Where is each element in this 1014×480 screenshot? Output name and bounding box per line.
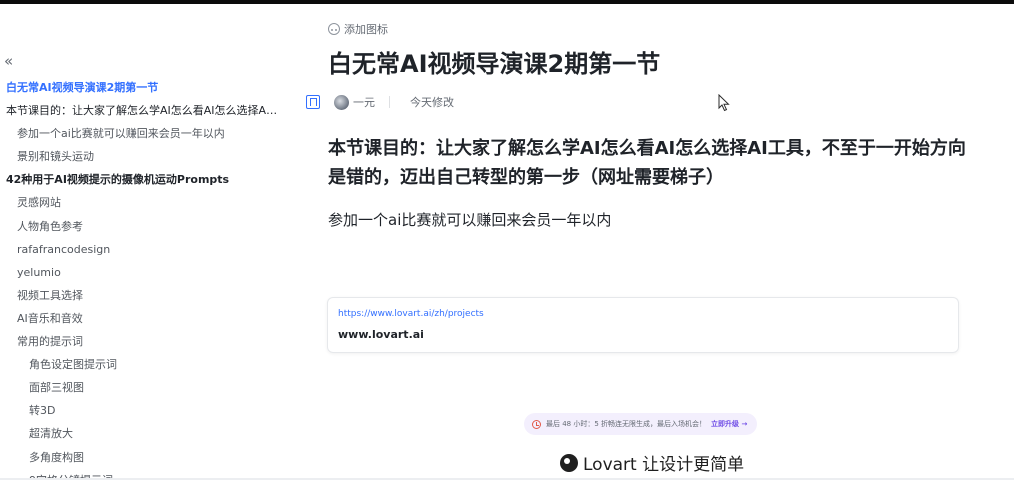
alarm-clock-icon (532, 419, 541, 429)
outline-item[interactable]: 白无常AI视频导演课2期第一节 (0, 76, 290, 99)
outline-item[interactable]: 面部三视图 (0, 376, 290, 399)
link-title: www.lovart.ai (338, 328, 424, 341)
outline-item[interactable]: 本节课目的：让大家了解怎么学AI怎么看AI怎么选择AI工具，不至于一开始方向是错… (0, 99, 290, 122)
outline-item[interactable]: 景别和镜头运动 (0, 145, 290, 168)
outline-item[interactable]: 转3D (0, 399, 290, 422)
outline-item[interactable]: AI音乐和音效 (0, 307, 290, 330)
modified-time: 今天修改 (410, 96, 454, 109)
author-name[interactable]: 一元 (353, 94, 375, 110)
mouse-cursor-icon (718, 94, 730, 112)
smiley-icon (328, 23, 340, 35)
outline-item[interactable]: 超清放大 (0, 422, 290, 445)
brand-slogan: 让设计更简单 (642, 455, 745, 475)
collapse-sidebar-icon[interactable]: « (4, 52, 13, 70)
promo-banner[interactable]: 最后 48 小时：5 折畅连无限生成，最后入场机会！ 立即升级 → (524, 413, 758, 435)
outline-list: 白无常AI视频导演课2期第一节 本节课目的：让大家了解怎么学AI怎么看AI怎么选择… (0, 76, 290, 480)
outline-item[interactable]: yelumio (0, 261, 290, 284)
section-heading: 本节课目的：让大家了解怎么学AI怎么看AI怎么选择AI工具，不至于一开始方向是错… (328, 138, 966, 188)
outline-item[interactable]: 视频工具选择 (0, 284, 290, 307)
doc-meta: 一元 今天修改 (306, 92, 454, 112)
link-preview-card[interactable]: https://www.lovart.ai/zh/projects www.lo… (327, 297, 959, 353)
outline-item[interactable]: rafafrancodesign (0, 238, 290, 261)
document-main: 添加图标 白无常AI视频导演课2期第一节 一元 今天修改 本节课目的：让大家了解… (306, 0, 1014, 480)
upgrade-button[interactable]: 立即升级 → (711, 419, 747, 429)
meta-divider (389, 96, 390, 108)
body-paragraph: 参加一个ai比赛就可以赚回来会员一年以内 (328, 211, 612, 229)
outline-item[interactable]: 42种用于AI视频提示的摄像机运动Prompts (0, 168, 290, 191)
brand-name: Lovart (583, 455, 637, 475)
lovart-logo-icon (560, 453, 578, 472)
outline-sidebar: « 白无常AI视频导演课2期第一节 本节课目的：让大家了解怎么学AI怎么看AI怎么… (0, 48, 290, 480)
outline-item[interactable]: 参加一个ai比赛就可以赚回来会员一年以内 (0, 122, 290, 145)
add-icon-button[interactable]: 添加图标 (328, 21, 388, 37)
outline-item[interactable]: 灵感网站 (0, 191, 290, 214)
bookmark-icon[interactable] (306, 95, 320, 109)
brand-footer: Lovart 让设计更简单 (560, 450, 744, 475)
outline-item[interactable]: 多角度构图 (0, 446, 290, 469)
link-url[interactable]: https://www.lovart.ai/zh/projects (338, 309, 484, 319)
promo-text: 最后 48 小时：5 折畅连无限生成，最后入场机会！ (546, 420, 707, 428)
outline-item[interactable]: 人物角色参考 (0, 215, 290, 238)
page-title: 白无常AI视频导演课2期第一节 (328, 50, 661, 78)
add-icon-label: 添加图标 (344, 23, 388, 36)
outline-item[interactable]: 角色设定图提示词 (0, 353, 290, 376)
outline-item[interactable]: 常用的提示词 (0, 330, 290, 353)
avatar[interactable] (334, 94, 349, 110)
